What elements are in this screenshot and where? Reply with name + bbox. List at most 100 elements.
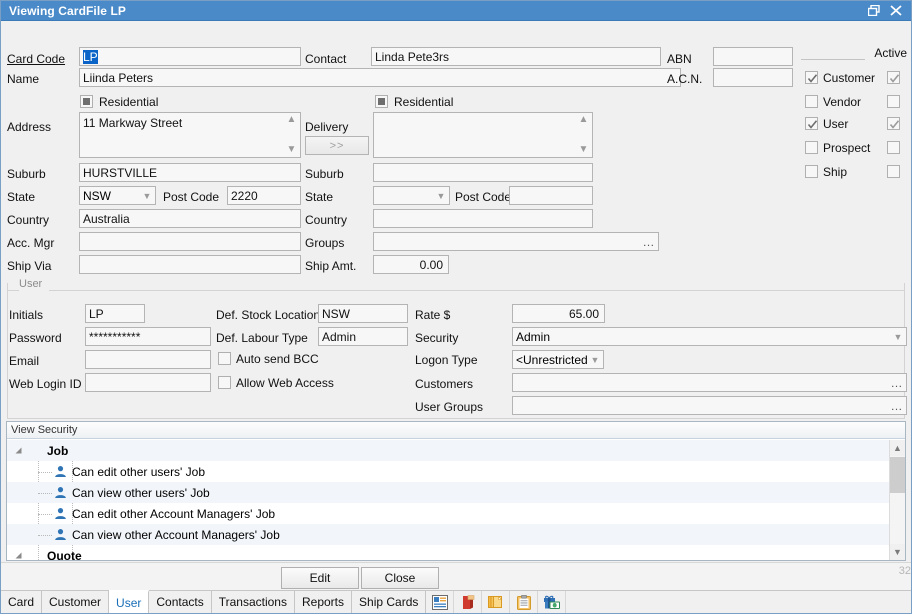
close-button[interactable]: Close <box>361 567 439 589</box>
initials-input[interactable]: LP <box>85 304 145 323</box>
edit-button[interactable]: Edit <box>281 567 359 589</box>
password-input[interactable]: *********** <box>85 327 211 346</box>
tree-group-label: Quote <box>47 549 82 561</box>
card-code-label: Card Code <box>7 52 65 66</box>
country-input[interactable]: Australia <box>79 209 301 228</box>
tree-row[interactable]: Can edit other users' Job <box>7 461 889 482</box>
tree-row[interactable]: Can view other users' Job <box>7 482 889 503</box>
tree-connector <box>38 493 52 494</box>
copy-address-button[interactable]: >> <box>305 136 369 155</box>
tree-scrollbar[interactable]: ▲ ▼ <box>889 440 905 560</box>
tab-customer[interactable]: Customer <box>42 591 109 613</box>
ship-via-input[interactable] <box>79 255 301 274</box>
tree-group-row[interactable]: Quote <box>7 545 889 560</box>
security-select[interactable]: Admin ▼ <box>512 327 907 346</box>
logon-type-value: <Unrestricted> <box>516 353 587 367</box>
abn-input[interactable] <box>713 47 793 66</box>
delivery-residential-checkbox[interactable] <box>375 95 388 108</box>
restore-icon[interactable] <box>863 2 885 20</box>
card-code-input[interactable]: LP <box>79 47 301 66</box>
role-prospect-active-checkbox[interactable] <box>887 141 900 154</box>
ship-amount-input[interactable]: 0.00 <box>373 255 449 274</box>
tree-row[interactable]: Can edit other Account Managers' Job <box>7 503 889 524</box>
acn-input[interactable] <box>713 68 793 87</box>
active-label: Active <box>865 46 907 60</box>
red-book-icon[interactable] <box>454 591 482 613</box>
groups-ellipsis-button[interactable]: … <box>641 234 657 249</box>
customers-label: Customers <box>415 377 473 391</box>
copy-pages-icon[interactable] <box>482 591 510 613</box>
delivery-state-select[interactable]: ▼ <box>373 186 450 205</box>
role-ship-active-checkbox[interactable] <box>887 165 900 178</box>
tree-row[interactable]: Can view other Account Managers' Job <box>7 524 889 545</box>
expander-collapse-icon[interactable] <box>7 446 29 455</box>
allow-web-access-checkbox[interactable] <box>218 376 231 389</box>
account-manager-input[interactable] <box>79 232 301 251</box>
close-icon[interactable] <box>885 2 907 20</box>
stock-location-input[interactable]: NSW <box>318 304 408 323</box>
role-user-checkbox[interactable] <box>805 117 818 130</box>
action-bar: Edit Close 32 <box>1 562 911 592</box>
user-groups-input[interactable]: … <box>512 396 907 415</box>
tab-transactions[interactable]: Transactions <box>212 591 295 613</box>
gift-money-icon[interactable] <box>538 591 566 613</box>
active-divider <box>801 59 865 60</box>
clipboard-icon[interactable] <box>510 591 538 613</box>
tab-user[interactable]: User <box>109 590 149 613</box>
tab-strip: Card Customer User Contacts Transactions… <box>1 590 911 613</box>
postcode-input[interactable]: 2220 <box>227 186 301 205</box>
user-groups-ellipsis-button[interactable]: … <box>889 398 905 413</box>
delivery-suburb-input[interactable] <box>373 163 593 182</box>
chevron-down-icon: ▼ <box>890 328 906 345</box>
role-prospect-checkbox[interactable] <box>805 141 818 154</box>
role-user-active-checkbox[interactable] <box>887 117 900 130</box>
delivery-postcode-input[interactable] <box>509 186 593 205</box>
auto-send-bcc-label: Auto send BCC <box>236 352 319 366</box>
customers-input[interactable]: … <box>512 373 907 392</box>
tab-contacts[interactable]: Contacts <box>149 591 211 613</box>
initials-label: Initials <box>9 308 43 322</box>
name-input[interactable]: Liinda Peters <box>79 68 681 87</box>
groups-input[interactable]: … <box>373 232 659 251</box>
view-security-tree[interactable]: Job Can edit other users' Job Can view o… <box>7 440 889 560</box>
role-vendor-active-checkbox[interactable] <box>887 95 900 108</box>
chevron-down-icon: ▼ <box>139 187 155 204</box>
scroll-down-icon[interactable]: ▼ <box>890 544 905 560</box>
customers-ellipsis-button[interactable]: … <box>889 375 905 390</box>
email-input[interactable] <box>85 350 211 369</box>
labour-type-input[interactable]: Admin <box>318 327 408 346</box>
acn-label: A.C.N. <box>667 72 702 86</box>
scroll-thumb[interactable] <box>890 457 905 493</box>
scroll-up-icon[interactable]: ▲ <box>890 440 905 456</box>
tab-card[interactable]: Card <box>1 591 42 613</box>
tab-reports[interactable]: Reports <box>295 591 352 613</box>
details-view-icon[interactable] <box>426 591 454 613</box>
delivery-country-input[interactable] <box>373 209 593 228</box>
web-login-id-input[interactable] <box>85 373 211 392</box>
auto-send-bcc-checkbox[interactable] <box>218 352 231 365</box>
address-scrollbar[interactable]: ▲▼ <box>284 114 299 156</box>
address-textarea[interactable]: 11 Markway Street ▲▼ <box>79 112 301 158</box>
user-groupbox-legend: User <box>15 278 46 290</box>
contact-input[interactable]: Linda Pete3rs <box>371 47 661 66</box>
postcode-label: Post Code <box>163 190 219 204</box>
state-select[interactable]: NSW ▼ <box>79 186 156 205</box>
residential-checkbox[interactable] <box>80 95 93 108</box>
delivery-textarea[interactable]: ▲▼ <box>373 112 593 158</box>
delivery-scrollbar[interactable]: ▲▼ <box>576 114 591 156</box>
suburb-input[interactable]: HURSTVILLE <box>79 163 301 182</box>
country-label: Country <box>7 213 49 227</box>
tab-ship-cards[interactable]: Ship Cards <box>352 591 426 613</box>
tree-group-row[interactable]: Job <box>7 440 889 461</box>
expander-collapse-icon[interactable] <box>7 551 29 560</box>
role-vendor-checkbox[interactable] <box>805 95 818 108</box>
tree-connector <box>38 535 52 536</box>
logon-type-select[interactable]: <Unrestricted> ▼ <box>512 350 604 369</box>
role-customer-active-checkbox[interactable] <box>887 71 900 84</box>
role-ship-checkbox[interactable] <box>805 165 818 178</box>
role-customer-checkbox[interactable] <box>805 71 818 84</box>
role-ship-label: Ship <box>823 165 847 179</box>
record-counter: 32 <box>899 565 911 577</box>
residential-label: Residential <box>99 95 158 109</box>
rate-input[interactable]: 65.00 <box>512 304 605 323</box>
